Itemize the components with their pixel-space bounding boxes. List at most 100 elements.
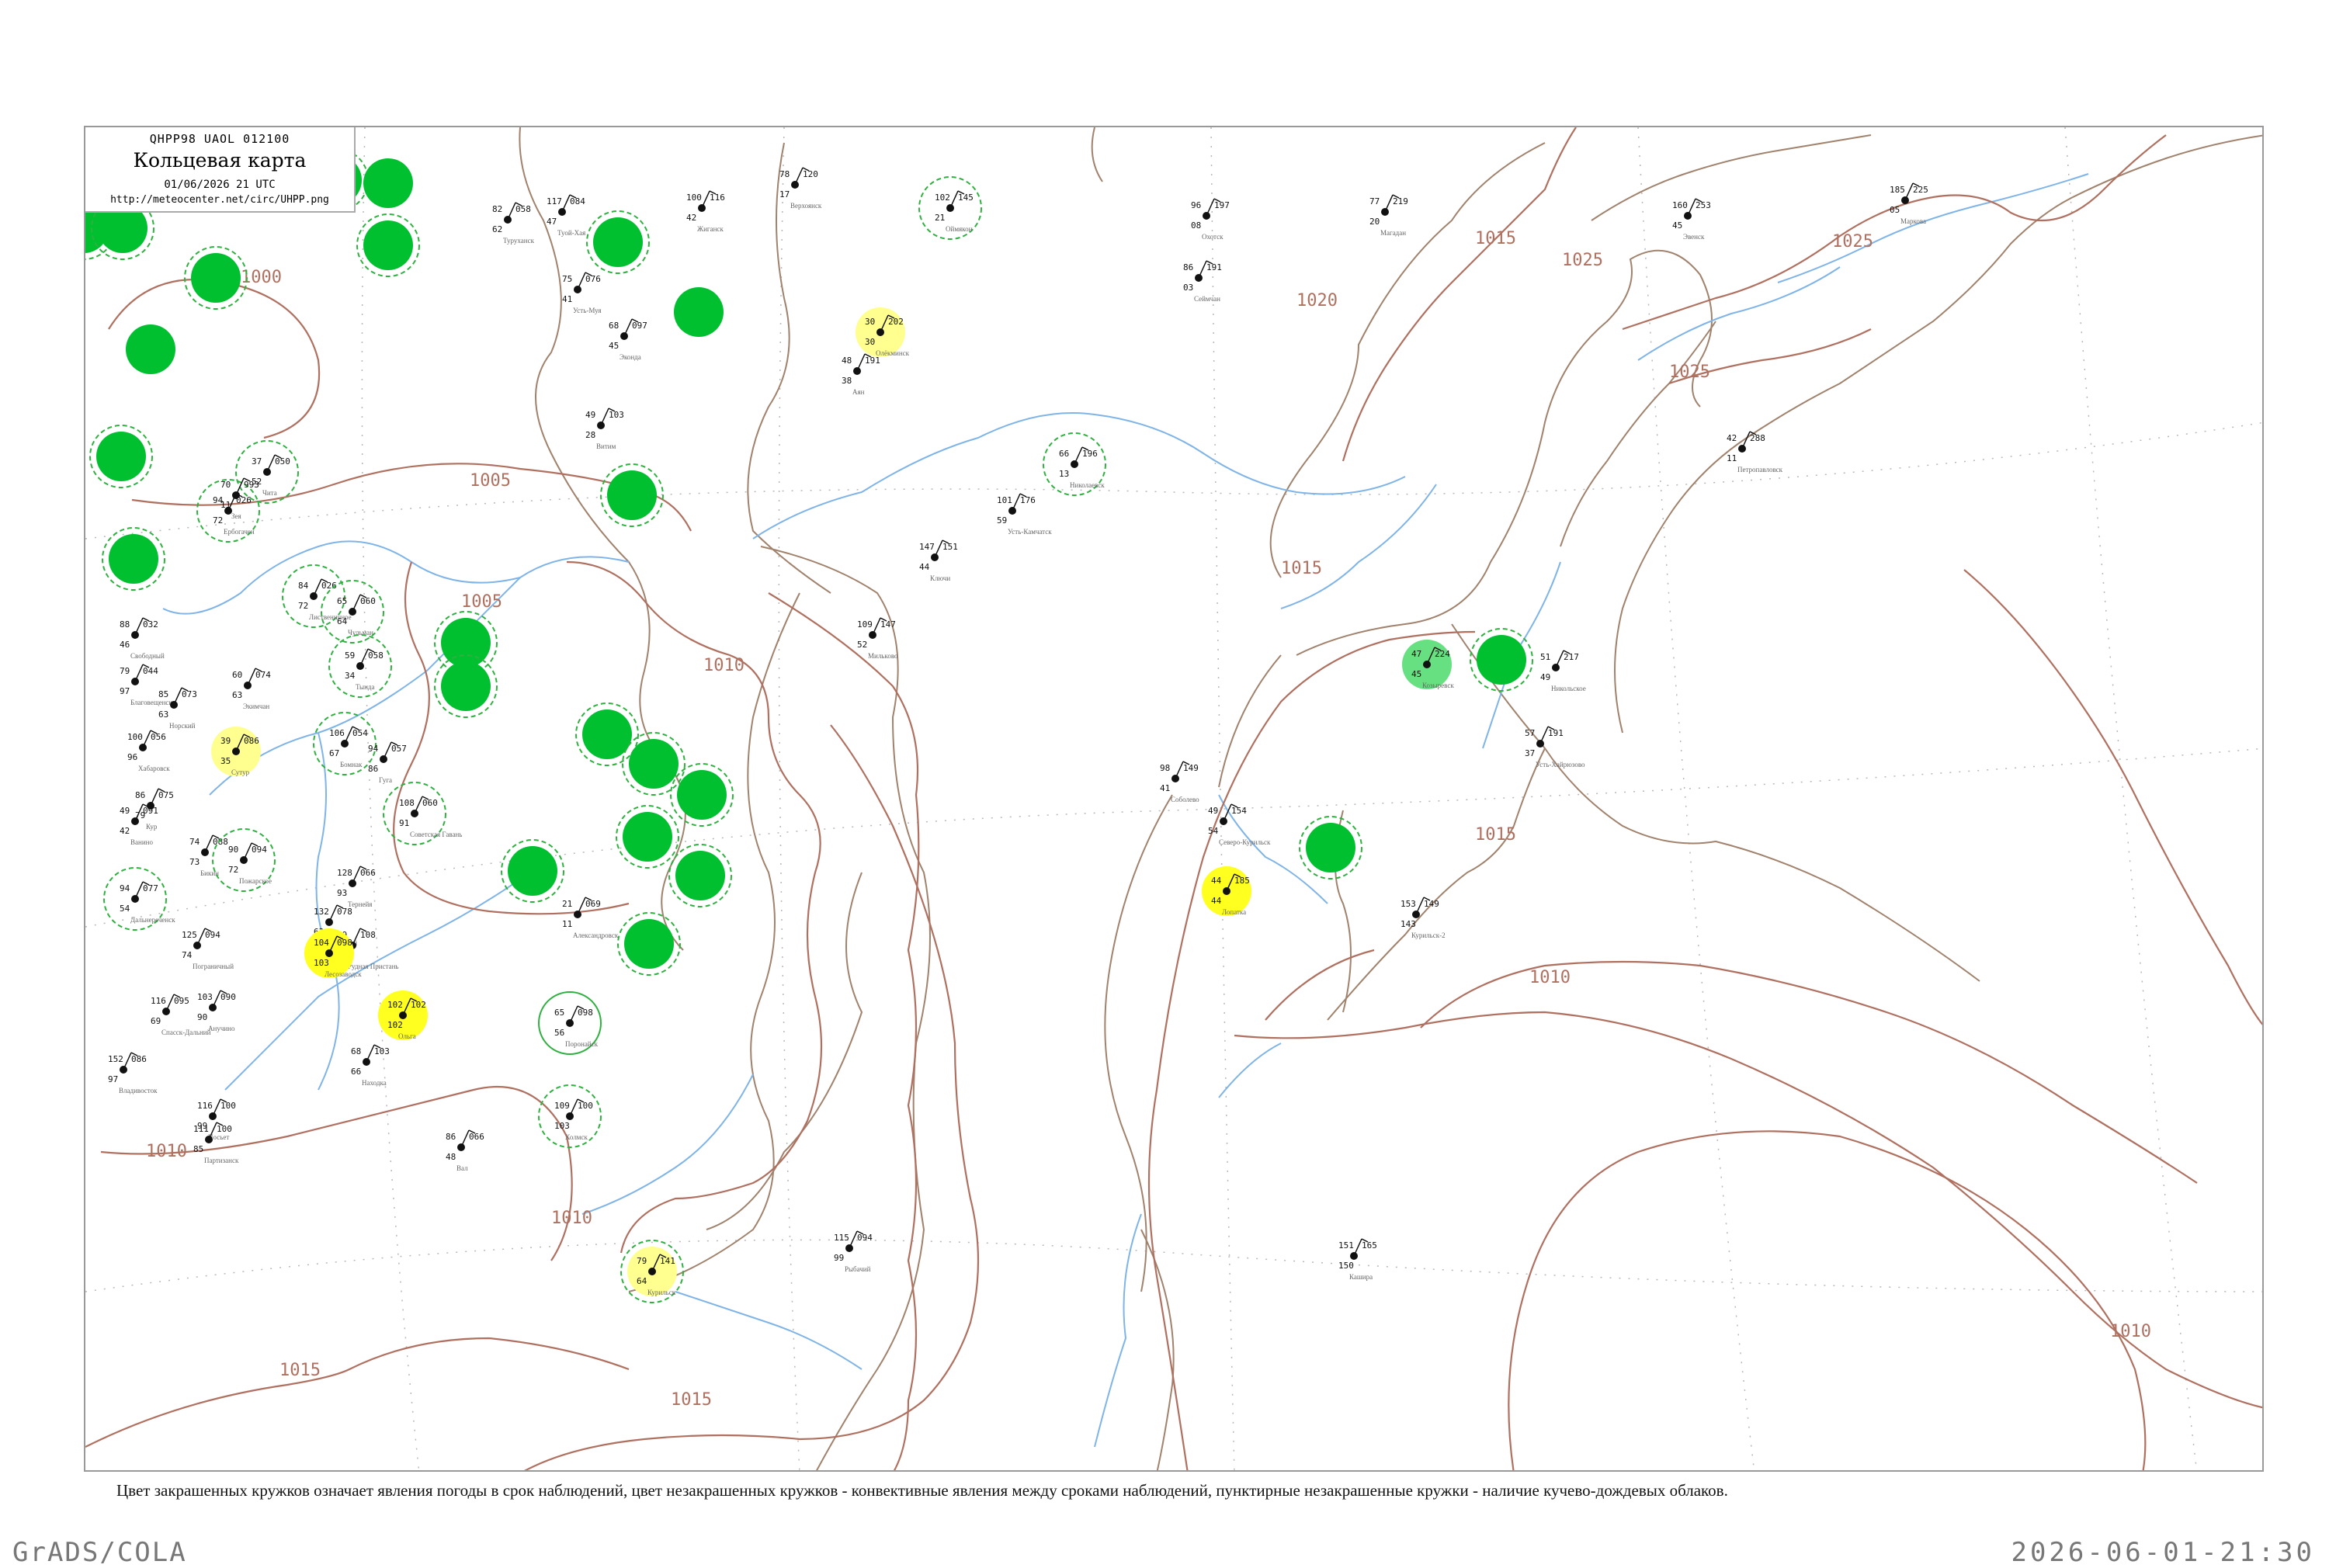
station-dewpoint: 30 (865, 337, 875, 347)
station-dewpoint: 52 (857, 640, 867, 650)
wind-barb-icon (794, 167, 804, 186)
station-name: Усть-Камчатск (1008, 528, 1052, 536)
station-model: 128 06693Тернейя (337, 866, 376, 908)
green-marker (1470, 628, 1533, 692)
station-dewpoint: 72 (298, 601, 308, 611)
station-dewpoint: 45 (1672, 220, 1682, 231)
station-name: Мильково (868, 652, 898, 660)
station-name: Вал (456, 1164, 468, 1172)
isobar-label: 1025 (1832, 232, 1873, 252)
station-pressure: 219 (1393, 196, 1408, 206)
station-model: 39 086 35Сутур (211, 727, 261, 776)
station-name: Холмск (565, 1133, 588, 1141)
green-marker (102, 527, 165, 591)
station-model: 42 288 11Петропавловск (1727, 431, 1783, 474)
station-pressure: 196 (1082, 449, 1098, 459)
wind-barb-icon (134, 881, 144, 900)
station-temperature: 147 (919, 542, 935, 552)
station-name: Курильск-2 (1411, 931, 1446, 939)
station-name: Туой-Хая (557, 229, 585, 237)
isobar-1015-ring (1963, 569, 2262, 1025)
wind-barb-icon (561, 194, 571, 213)
station-pressure: 075 (158, 790, 174, 800)
green-marker (184, 246, 248, 310)
isobar-label: 1015 (1475, 825, 1516, 845)
wind-barb-icon (569, 1005, 578, 1024)
station-dewpoint: 96 (127, 752, 137, 762)
station-temperature: 151 (1338, 1240, 1354, 1251)
green-marker (356, 213, 420, 277)
station-temperature: 77 (1369, 196, 1380, 206)
station-pressure: 224 (1435, 649, 1450, 659)
station-pressure: 191 (1206, 262, 1222, 272)
wind-barb-icon (856, 353, 866, 372)
station-dewpoint: 46 (120, 640, 130, 650)
station-model: 74 08873Бикин (189, 834, 228, 877)
station-dewpoint: 11 (1727, 453, 1737, 463)
isobar-1015-kam (1420, 960, 2198, 1184)
station-name: Ванино (130, 838, 153, 846)
station-pressure: 225 (1913, 185, 1928, 195)
station-pressure: 077 (143, 883, 158, 893)
wind-barb-icon (212, 990, 221, 1008)
bulletin-code: QHPP98 UAOL 012100 (149, 132, 290, 146)
station-name: Поронайск (565, 1040, 599, 1048)
station-temperature: 125 (182, 930, 197, 940)
render-timestamp: 2026-06-01-21:30 (2011, 1537, 2315, 1568)
station-dewpoint: 54 (1208, 826, 1219, 836)
station-name: Бомнак (340, 761, 363, 768)
station-dewpoint: 99 (834, 1253, 844, 1263)
station-name: Ербогачен (224, 528, 255, 536)
station-model: 101 176 59Усть-Камчатск (997, 493, 1052, 536)
station-temperature: 44 (1211, 876, 1222, 886)
station-temperature: 102 (387, 1000, 403, 1010)
station-temperature: 132 (314, 907, 329, 917)
isobar-1020 (1342, 127, 1577, 462)
station-pressure: 097 (632, 321, 647, 331)
map-frame: 1000 1005 1005 1010 1010 1010 1015 1015 … (84, 126, 2264, 1472)
station-temperature: 74 (189, 837, 200, 847)
station-pressure: 102 (411, 1000, 426, 1010)
station-pressure: 073 (182, 689, 197, 699)
green-marker (600, 463, 664, 527)
station-pressure: 116 (710, 193, 725, 203)
station-temperature: 94 (368, 744, 379, 754)
station-model: 47 224 45Козыревск (1402, 640, 1454, 689)
station-temperature: 111 (193, 1124, 209, 1134)
green-marker (668, 844, 732, 907)
station-name: Лопатка (1222, 908, 1246, 916)
station-temperature: 65 (337, 596, 347, 606)
station-dewpoint: 69 (151, 1016, 161, 1026)
station-name: Спасск-Дальний (161, 1029, 211, 1036)
station-pressure: 094 (252, 845, 267, 855)
station-dewpoint: 17 (779, 189, 790, 199)
station-dewpoint: 72 (213, 515, 223, 526)
stations-layer: 84 02672Лиственичное94 02672Ербогачен82 058… (103, 167, 1928, 1303)
station-model: 125 094 74Пограничный (182, 928, 234, 970)
station-pressure: 145 (958, 193, 974, 203)
station-model: 109 147 52Мильково (857, 617, 898, 660)
isobar-label: 1015 (1475, 229, 1516, 248)
wind-barb-icon (623, 318, 633, 337)
wind-barb-icon (359, 648, 369, 667)
station-model: 103 090 90Анучино (197, 990, 236, 1032)
station-model: 102 102 102 Ольга (378, 990, 428, 1040)
station-temperature: 152 (108, 1054, 123, 1064)
isobar-1010-east2 (1234, 1011, 2262, 1409)
station-name: Находка (362, 1079, 387, 1087)
station-model: 104 098 103 Лесозаводск (304, 928, 362, 978)
station-name: Экимчан (243, 702, 269, 710)
wind-barb-icon (600, 408, 609, 426)
station-name: Маркова (1900, 217, 1926, 225)
station-pressure: 060 (422, 798, 438, 808)
isobar-label: 1015 (279, 1361, 321, 1380)
station-name: Чульман (348, 629, 373, 637)
station-pressure: 066 (360, 868, 376, 878)
station-pressure: 060 (360, 596, 376, 606)
green-marker (586, 210, 650, 274)
station-temperature: 109 (857, 619, 873, 630)
station-dewpoint: 21 (935, 213, 945, 223)
station-pressure: 197 (1214, 200, 1230, 210)
wind-barb-icon (1198, 260, 1207, 279)
station-temperature: 86 (135, 790, 145, 800)
